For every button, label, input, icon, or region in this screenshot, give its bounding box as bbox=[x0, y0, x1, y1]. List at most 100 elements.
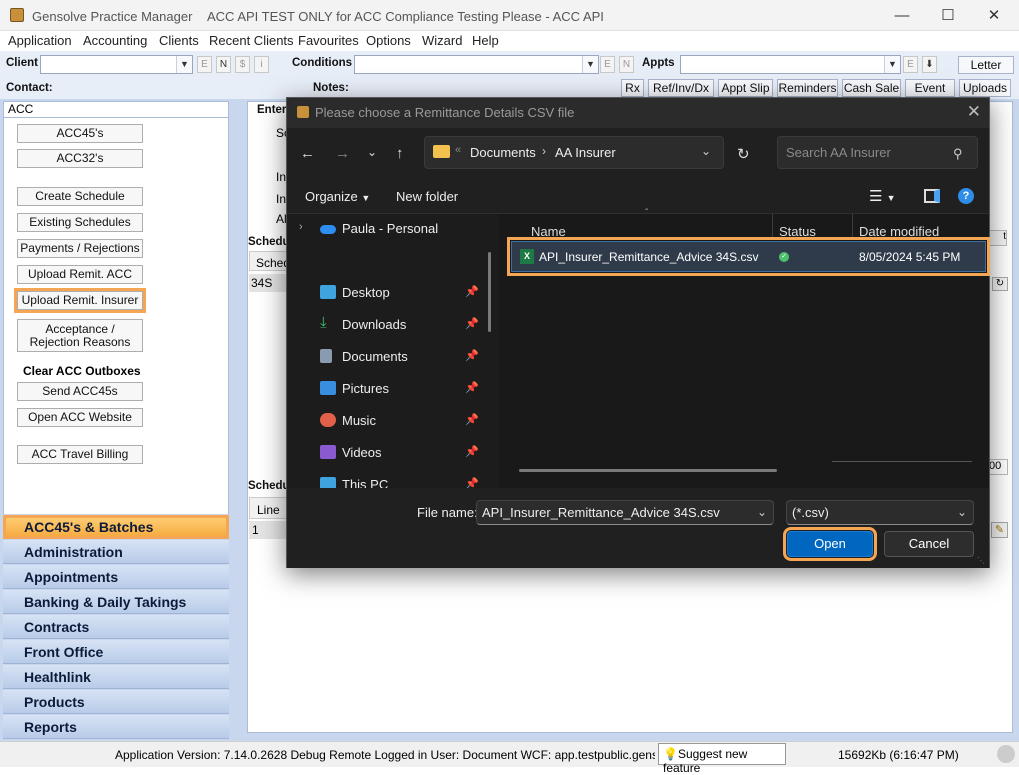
minimize-icon[interactable]: — bbox=[879, 0, 925, 31]
filter-dropdown-icon[interactable]: ⌄ bbox=[957, 505, 967, 519]
nav-products[interactable]: Products bbox=[3, 690, 229, 714]
acc-travel-billing-button[interactable]: ACC Travel Billing bbox=[17, 445, 143, 464]
nav-item-downloads[interactable]: ⤓ Downloads 📌 bbox=[287, 313, 492, 337]
pin-icon[interactable]: 📌 bbox=[465, 445, 479, 458]
client-info-button[interactable]: i bbox=[254, 56, 269, 73]
menu-recent-clients[interactable]: Recent Clients bbox=[209, 33, 294, 48]
pin-icon[interactable]: 📌 bbox=[465, 285, 479, 298]
acc45s-button[interactable]: ACC45's bbox=[17, 124, 143, 143]
menu-options[interactable]: Options bbox=[366, 33, 411, 48]
address-bar[interactable]: « Documents › AA Insurer ⌄ bbox=[424, 136, 724, 169]
refresh-icon[interactable]: ↻ bbox=[992, 277, 1008, 291]
appts-combo[interactable]: ▼ bbox=[680, 55, 901, 74]
new-folder-button[interactable]: New folder bbox=[396, 189, 458, 204]
client-account-button[interactable]: $ bbox=[235, 56, 250, 73]
menu-wizard[interactable]: Wizard bbox=[422, 33, 462, 48]
preview-pane-icon[interactable] bbox=[924, 189, 940, 203]
create-schedule-button[interactable]: Create Schedule bbox=[17, 187, 143, 206]
suggest-feature-button[interactable]: 💡Suggest new feature bbox=[658, 743, 786, 775]
nav-item-documents[interactable]: Documents 📌 bbox=[287, 345, 492, 369]
conditions-edit-button[interactable]: E bbox=[600, 56, 615, 73]
close-icon[interactable]: ✕ bbox=[971, 0, 1017, 31]
pin-icon[interactable]: 📌 bbox=[465, 381, 479, 394]
search-input[interactable]: Search AA Insurer bbox=[777, 136, 978, 169]
client-combo[interactable]: ▼ bbox=[40, 55, 193, 74]
conditions-notes-button[interactable]: N bbox=[619, 56, 634, 73]
file-name[interactable]: API_Insurer_Remittance_Advice 34S.csv bbox=[539, 250, 758, 264]
view-options-icon[interactable]: ☰ ▼ bbox=[869, 187, 896, 205]
file-type-filter[interactable]: (*.csv) ⌄ bbox=[786, 500, 974, 525]
chevron-down-icon[interactable]: ▼ bbox=[884, 56, 900, 73]
acceptance-rejection-reasons-button[interactable]: Acceptance / Rejection Reasons bbox=[17, 319, 143, 352]
menu-clients[interactable]: Clients bbox=[159, 33, 199, 48]
ref-inv-dx-button[interactable]: Ref/Inv/Dx bbox=[648, 79, 714, 97]
forward-arrow-icon[interactable]: → bbox=[335, 145, 350, 162]
menu-help[interactable]: Help bbox=[472, 33, 499, 48]
upload-remit-acc-button[interactable]: Upload Remit. ACC bbox=[17, 265, 143, 284]
reminders-button[interactable]: Reminders bbox=[777, 79, 838, 97]
chevron-down-icon[interactable]: ▼ bbox=[582, 56, 598, 73]
nav-healthlink[interactable]: Healthlink bbox=[3, 665, 229, 689]
pin-icon[interactable]: 📌 bbox=[465, 477, 479, 488]
nav-item-onedrive[interactable]: › Paula - Personal bbox=[287, 217, 492, 241]
expand-chevron-icon[interactable]: › bbox=[299, 221, 303, 233]
nav-item-desktop[interactable]: Desktop 📌 bbox=[287, 281, 492, 305]
client-notes-button[interactable]: N bbox=[216, 56, 231, 73]
nav-reports[interactable]: Reports bbox=[3, 715, 229, 739]
download-icon[interactable]: ⬇ bbox=[922, 56, 937, 73]
maximize-icon[interactable]: ☐ bbox=[925, 0, 971, 31]
nav-banking-daily-takings[interactable]: Banking & Daily Takings bbox=[3, 590, 229, 614]
nav-front-office[interactable]: Front Office bbox=[3, 640, 229, 664]
nav-item-videos[interactable]: Videos 📌 bbox=[287, 441, 492, 465]
pin-icon[interactable]: 📌 bbox=[465, 413, 479, 426]
nav-scrollbar[interactable] bbox=[488, 252, 491, 332]
nav-contracts[interactable]: Contracts bbox=[3, 615, 229, 639]
menu-accounting[interactable]: Accounting bbox=[83, 33, 147, 48]
open-button[interactable]: Open bbox=[783, 527, 877, 561]
nav-appointments[interactable]: Appointments bbox=[3, 565, 229, 589]
column-status[interactable]: Status bbox=[779, 224, 816, 239]
refresh-icon[interactable]: ↻ bbox=[737, 145, 750, 163]
rx-button[interactable]: Rx bbox=[621, 79, 644, 97]
dialog-close-icon[interactable]: ✕ bbox=[967, 102, 981, 122]
cash-sale-button[interactable]: Cash Sale bbox=[842, 79, 901, 97]
column-date-modified[interactable]: Date modified bbox=[859, 224, 939, 239]
upload-remit-insurer-button[interactable]: Upload Remit. Insurer bbox=[14, 288, 146, 313]
sched-cell[interactable]: 34S bbox=[249, 274, 289, 292]
cancel-button[interactable]: Cancel bbox=[884, 531, 974, 557]
resize-grip-icon[interactable]: ⋱ bbox=[977, 556, 985, 565]
pin-icon[interactable]: 📌 bbox=[465, 317, 479, 330]
chevron-down-icon[interactable]: ▼ bbox=[176, 56, 192, 73]
file-row[interactable]: X API_Insurer_Remittance_Advice 34S.csv … bbox=[507, 237, 990, 276]
breadcrumb-documents[interactable]: Documents bbox=[470, 145, 536, 160]
conditions-combo[interactable]: ▼ bbox=[354, 55, 599, 74]
overflow-chevron-icon[interactable]: « bbox=[455, 144, 461, 156]
pin-icon[interactable]: 📌 bbox=[465, 349, 479, 362]
horizontal-scrollbar[interactable] bbox=[519, 469, 777, 472]
up-arrow-icon[interactable]: ↑ bbox=[396, 145, 404, 162]
filename-input[interactable]: API_Insurer_Remittance_Advice 34S.csv ⌄ bbox=[476, 500, 774, 525]
menu-application[interactable]: Application bbox=[8, 33, 72, 48]
organize-button[interactable]: Organize ▼ bbox=[305, 189, 370, 204]
nav-acc45s-batches[interactable]: ACC45's & Batches bbox=[3, 515, 229, 539]
menu-favourites[interactable]: Favourites bbox=[298, 33, 359, 48]
existing-schedules-button[interactable]: Existing Schedules bbox=[17, 213, 143, 232]
nav-item-music[interactable]: Music 📌 bbox=[287, 409, 492, 433]
acc32s-button[interactable]: ACC32's bbox=[17, 149, 143, 168]
column-name[interactable]: Name bbox=[531, 224, 566, 239]
appt-slip-button[interactable]: Appt Slip bbox=[718, 79, 773, 97]
edit-icon[interactable]: ✎ bbox=[991, 522, 1008, 538]
event-button[interactable]: Event bbox=[905, 79, 955, 97]
breadcrumb-aa-insurer[interactable]: AA Insurer bbox=[555, 145, 616, 160]
recent-locations-chevron-icon[interactable]: ⌄ bbox=[367, 145, 377, 159]
address-dropdown-icon[interactable]: ⌄ bbox=[701, 144, 711, 158]
filename-dropdown-icon[interactable]: ⌄ bbox=[757, 505, 767, 519]
send-acc45s-button[interactable]: Send ACC45s bbox=[17, 382, 143, 401]
open-acc-website-button[interactable]: Open ACC Website bbox=[17, 408, 143, 427]
nav-item-pictures[interactable]: Pictures 📌 bbox=[287, 377, 492, 401]
nav-item-this-pc[interactable]: This PC 📌 bbox=[287, 473, 492, 488]
client-edit-button[interactable]: E bbox=[197, 56, 212, 73]
back-arrow-icon[interactable]: ← bbox=[300, 145, 315, 162]
letter-button[interactable]: Letter bbox=[958, 56, 1014, 74]
appts-edit-button[interactable]: E bbox=[903, 56, 918, 73]
